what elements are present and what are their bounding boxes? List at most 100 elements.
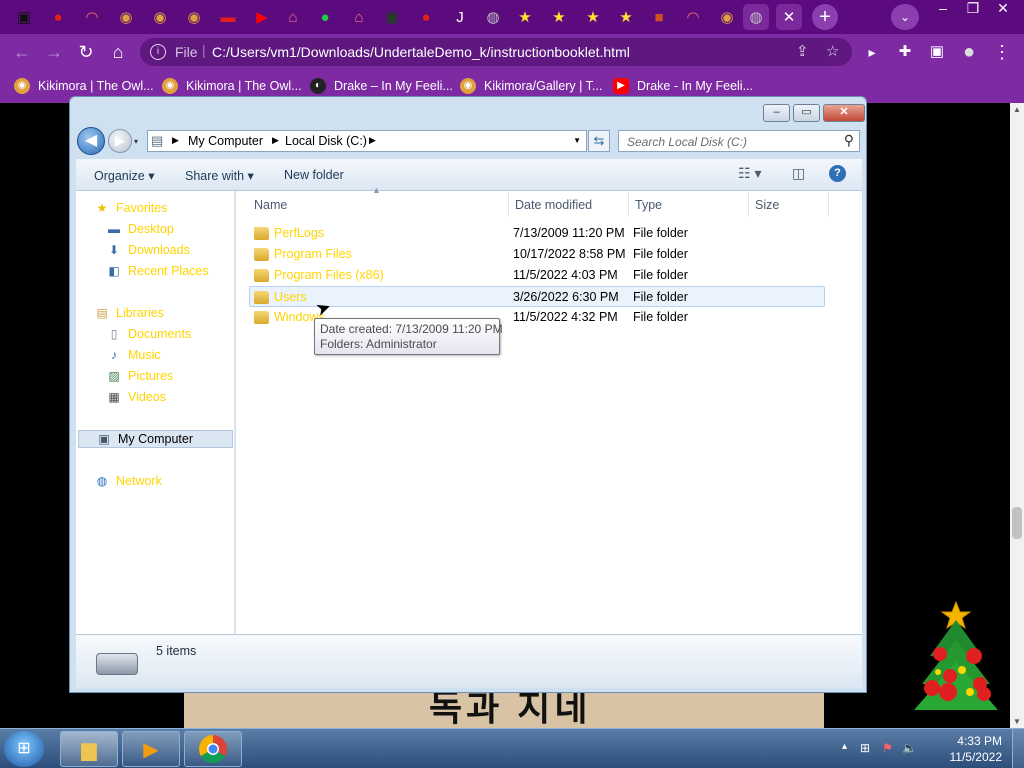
explorer-refresh-icon[interactable]: ⇆ (588, 130, 610, 152)
globe-tab-icon[interactable]: ◍ (480, 4, 506, 30)
star-tab-icon[interactable]: ★ (613, 4, 639, 30)
nav-favorites[interactable]: ★ Favorites (94, 199, 168, 217)
mario-tab-icon[interactable]: ● (413, 4, 439, 30)
nav-my-computer[interactable]: ▣ My Computer (78, 430, 233, 448)
clock-time[interactable]: 4:33 PM (957, 734, 1002, 748)
scroll-up-arrow-icon[interactable]: ▲ (1013, 105, 1021, 114)
terminal-tab-icon[interactable]: ▣ (379, 4, 405, 30)
help-icon[interactable]: ? (829, 165, 846, 182)
j-tab-icon[interactable]: J (447, 4, 473, 30)
organize-button[interactable]: Organize ▾ (94, 168, 154, 183)
rainbow-tab-icon[interactable]: ◠ (79, 4, 105, 30)
taskbar-media-player-button[interactable]: ▶ (122, 731, 180, 767)
nav-network[interactable]: ◍ Network (94, 472, 162, 490)
column-header-type[interactable]: Type (635, 198, 662, 212)
column-header-name[interactable]: Name (254, 198, 287, 212)
explorer-close-button[interactable]: ✕ (823, 104, 865, 122)
star-tab-icon[interactable]: ★ (512, 4, 538, 30)
nav-item-pictures[interactable]: ▨ Pictures (106, 367, 173, 385)
column-divider[interactable] (628, 191, 629, 217)
url-text[interactable]: C:/Users/vm1/Downloads/UndertaleDemo_k/i… (212, 44, 630, 60)
close-window-button[interactable]: ✕ (988, 0, 1018, 18)
mario-sprite-tab-icon[interactable]: ■ (646, 4, 672, 30)
bookmark-item[interactable]: ◉ Kikimora | The Owl... (14, 76, 154, 96)
explorer-back-button[interactable]: ◀ (77, 127, 105, 155)
youtube-tab-icon[interactable]: ▶ (249, 4, 275, 30)
column-divider[interactable] (748, 191, 749, 217)
owl-tab-icon[interactable]: ◉ (181, 4, 207, 30)
explorer-search-input[interactable]: Search Local Disk (C:) ⚲ (618, 130, 860, 152)
nav-item-desktop[interactable]: ▬ Desktop (106, 220, 174, 238)
bookmark-item[interactable]: ▶ Drake - In My Feeli... (613, 76, 753, 96)
breadcrumb-arrow-icon[interactable]: ▶ (369, 135, 376, 146)
red-badge-tab-icon[interactable]: ▬ (215, 4, 241, 30)
volume-icon[interactable]: 🔈 (902, 741, 917, 755)
reload-button[interactable]: ↻ (74, 40, 98, 64)
bookmark-item[interactable]: ◐ Drake – In My Feeli... (310, 76, 453, 96)
column-header-date[interactable]: Date modified (515, 198, 592, 212)
store-tab-icon[interactable]: ⌂ (346, 4, 372, 30)
recent-pages-dropdown-icon[interactable]: ▾ (134, 137, 138, 146)
search-icon[interactable]: ⚲ (844, 132, 854, 149)
star-tab-icon[interactable]: ★ (580, 4, 606, 30)
file-row[interactable]: Program Files (x86) 11/5/2022 4:03 PM File… (250, 265, 826, 286)
show-desktop-button[interactable] (1012, 729, 1024, 768)
action-center-flag-icon[interactable]: ⚑ (882, 741, 893, 755)
mario-tab-icon[interactable]: ● (45, 4, 71, 30)
taskbar-explorer-button[interactable]: ▆ (60, 731, 118, 767)
file-row[interactable]: PerfLogs 7/13/2009 11:20 PM File folder (250, 223, 826, 244)
bookmark-item[interactable]: ◉ Kikimora/Gallery | T... (460, 76, 602, 96)
start-button[interactable]: ⊞ (4, 731, 44, 767)
extensions-icon[interactable]: ✚ (893, 40, 917, 64)
breadcrumb-local-disk[interactable]: Local Disk (C:) (285, 134, 367, 148)
scroll-down-arrow-icon[interactable]: ▼ (1013, 717, 1021, 726)
nav-item-documents[interactable]: ▯ Documents (106, 325, 192, 343)
breadcrumb-arrow-icon[interactable]: ▶ (172, 135, 179, 146)
new-tab-button[interactable]: + (812, 4, 838, 30)
nav-item-downloads[interactable]: ⬇ Downloads (106, 241, 190, 259)
star-tab-icon[interactable]: ★ (546, 4, 572, 30)
home-button[interactable]: ⌂ (106, 40, 130, 64)
explorer-maximize-button[interactable]: ▭ (793, 104, 820, 122)
share-with-button[interactable]: Share with ▾ (185, 168, 254, 183)
file-row[interactable]: Users 3/26/2022 6:30 PM File folder (249, 286, 825, 307)
side-panel-icon[interactable]: ▣ (925, 40, 949, 64)
column-header-size[interactable]: Size (755, 198, 779, 212)
nav-item-videos[interactable]: ▦ Videos (106, 388, 166, 406)
show-hidden-icons-icon[interactable]: ▴ (842, 741, 847, 752)
change-view-icon[interactable]: ☷ ▾ (738, 165, 761, 182)
network-tray-icon[interactable]: ⊞ (860, 741, 870, 755)
nav-item-music[interactable]: ♪ Music (106, 346, 161, 364)
column-divider[interactable] (828, 191, 829, 217)
owl-tab-icon[interactable]: ◉ (113, 4, 139, 30)
preview-pane-icon[interactable]: ◫ (792, 165, 805, 182)
explorer-address-bar[interactable]: ▤ ▶ My Computer ▶ Local Disk (C:) ▶ ▼ (147, 130, 587, 152)
restore-window-button[interactable]: ❐ (958, 0, 988, 18)
scrollbar-thumb[interactable] (1012, 507, 1022, 539)
store-tab-icon[interactable]: ⌂ (280, 4, 306, 30)
clock-date[interactable]: 11/5/2022 (950, 750, 1003, 764)
breadcrumb-arrow-icon[interactable]: ▶ (272, 135, 279, 146)
minimize-window-button[interactable]: – (928, 0, 958, 18)
share-icon[interactable]: ⇪ (796, 42, 809, 60)
new-folder-button[interactable]: New folder (284, 168, 344, 182)
back-button[interactable]: ← (10, 40, 34, 64)
nav-item-recent-places[interactable]: ◧ Recent Places (106, 262, 208, 280)
explorer-minimize-button[interactable]: – (763, 104, 790, 122)
bookmark-star-icon[interactable]: ☆ (826, 42, 839, 60)
bookmark-item[interactable]: ◉ Kikimora | The Owl... (162, 76, 302, 96)
column-divider[interactable] (508, 191, 509, 217)
nav-libraries[interactable]: ▤ Libraries (94, 304, 164, 322)
address-bar[interactable]: i File | C:/Users/vm1/Downloads/Undertal… (140, 38, 852, 66)
close-tab-icon[interactable]: ✕ (776, 4, 802, 30)
undertale-tab-icon[interactable]: ▣ (11, 4, 37, 30)
green-char-tab-icon[interactable]: ● (312, 4, 338, 30)
address-dropdown-icon[interactable]: ▼ (573, 136, 581, 145)
browser-menu-icon[interactable]: ⋮ (990, 40, 1014, 64)
site-info-icon[interactable]: i (150, 44, 166, 60)
page-scrollbar[interactable]: ▲ ▼ (1010, 103, 1024, 728)
taskbar-chrome-button[interactable] (184, 731, 242, 767)
profile-avatar-icon[interactable]: ● (957, 40, 981, 64)
media-control-icon[interactable]: ▸ (860, 40, 884, 64)
breadcrumb-my-computer[interactable]: My Computer (188, 134, 263, 148)
